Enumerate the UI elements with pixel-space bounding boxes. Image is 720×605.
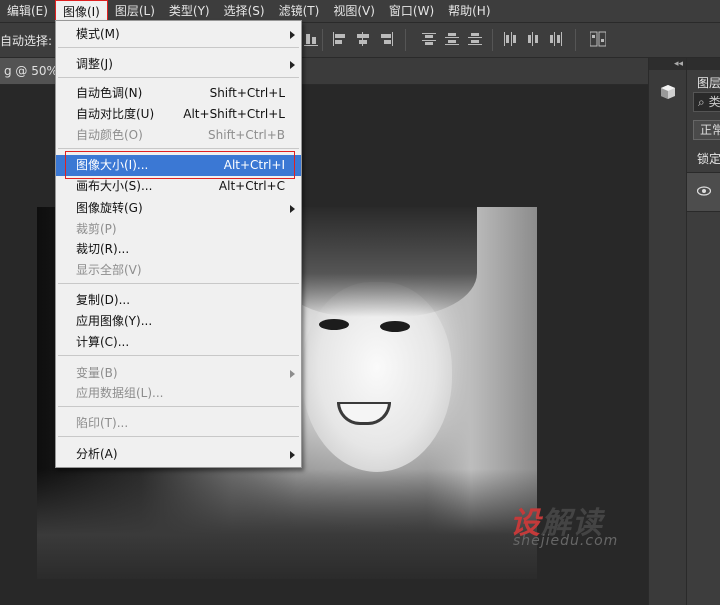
menu-item-label: 显示全部(V): [76, 263, 142, 277]
menu-image[interactable]: 图像(I): [54, 0, 108, 22]
menu-filter[interactable]: 滤镜(T): [272, 0, 327, 22]
search-icon: ⌕: [698, 95, 705, 109]
menu-item-label: 自动色调(N): [76, 86, 143, 100]
collapse-panels-icon[interactable]: ◂◂: [649, 58, 687, 70]
menu-item-label: 变量(B): [76, 366, 118, 380]
dock-strip: ◂◂: [648, 58, 687, 605]
submenu-arrow-icon: [290, 31, 295, 39]
submenu-arrow-icon: [290, 370, 295, 378]
align-hcenter-icon[interactable]: [356, 31, 370, 47]
distribute-top-icon[interactable]: [422, 31, 436, 47]
menu-shortcut: Shift+Ctrl+B: [208, 128, 285, 142]
menu-item-label: 陷印(T)...: [76, 416, 129, 430]
menu-item-adjustments[interactable]: 调整(J): [56, 54, 301, 75]
photo-eye-right: [380, 321, 410, 332]
menu-edit[interactable]: 编辑(E): [0, 0, 55, 22]
distribute-bottom-icon[interactable]: [468, 31, 482, 47]
watermark-url: shejiedu.com: [513, 533, 619, 549]
menu-shortcut: Shift+Ctrl+L: [209, 86, 285, 100]
distribute-hcenter-icon[interactable]: [526, 31, 540, 47]
menu-item-image-rotation[interactable]: 图像旋转(G): [56, 198, 301, 219]
menu-select[interactable]: 选择(S): [217, 0, 272, 22]
auto-align-layers-icon[interactable]: [590, 31, 606, 47]
menu-item-calculations[interactable]: 计算(C)...: [56, 332, 301, 353]
menu-separator: [58, 406, 299, 407]
menu-item-label: 裁剪(P): [76, 222, 117, 236]
menu-item-duplicate[interactable]: 复制(D)...: [56, 290, 301, 311]
menu-item-label: 自动对比度(U): [76, 107, 155, 121]
lock-label: 锁定: [697, 152, 720, 166]
distribute-vcenter-icon[interactable]: [445, 31, 459, 47]
menu-separator: [58, 47, 299, 48]
auto-select-label: 自动选择:: [0, 34, 53, 48]
menu-layer[interactable]: 图层(L): [108, 0, 162, 22]
panel-header: [687, 58, 720, 70]
divider: [492, 29, 493, 51]
submenu-arrow-icon: [290, 205, 295, 213]
divider: [322, 29, 323, 51]
menu-item-auto-color: 自动颜色(O) Shift+Ctrl+B: [56, 125, 301, 146]
menu-separator: [58, 148, 299, 149]
menu-item-label: 应用数据组(L)...: [76, 386, 164, 400]
distribute-right-icon[interactable]: [549, 31, 563, 47]
menu-separator: [58, 355, 299, 356]
menu-separator: [58, 436, 299, 437]
menu-item-crop: 裁剪(P): [56, 219, 301, 240]
menu-item-label: 自动颜色(O): [76, 128, 143, 142]
divider: [575, 29, 576, 51]
menu-item-label: 应用图像(Y)...: [76, 314, 153, 328]
3d-cube-icon[interactable]: [660, 84, 676, 100]
menu-item-reveal-all: 显示全部(V): [56, 260, 301, 281]
menu-item-label: 调整(J): [76, 57, 113, 71]
menu-separator: [58, 77, 299, 78]
layers-panel: 图层 ⌕ 类 正常 锁定: [686, 58, 720, 605]
menu-help[interactable]: 帮助(H): [441, 0, 497, 22]
menu-item-label: 图像大小(I)...: [76, 158, 149, 172]
menu-shortcut: Alt+Ctrl+I: [223, 158, 285, 172]
menu-item-label: 计算(C)...: [76, 335, 130, 349]
align-bottom-icon[interactable]: [304, 31, 318, 47]
menu-item-label: 分析(A): [76, 447, 118, 461]
menu-item-label: 裁切(R)...: [76, 242, 130, 256]
menu-item-image-size[interactable]: 图像大小(I)... Alt+Ctrl+I: [56, 155, 301, 176]
tab-layers[interactable]: 图层: [697, 74, 720, 91]
menu-item-trim[interactable]: 裁切(R)...: [56, 239, 301, 260]
photo-bangs: [277, 207, 477, 317]
align-left-icon[interactable]: [333, 31, 347, 47]
menu-item-apply-data-set: 应用数据组(L)...: [56, 383, 301, 404]
menu-item-label: 模式(M): [76, 27, 120, 41]
menu-shortcut: Alt+Ctrl+C: [218, 179, 285, 193]
layer-filter-text: 类: [708, 95, 720, 109]
menu-type[interactable]: 类型(Y): [162, 0, 217, 22]
menu-item-label: 复制(D)...: [76, 293, 131, 307]
divider: [405, 29, 406, 51]
photo-shadow: [37, 469, 537, 579]
menu-item-analysis[interactable]: 分析(A): [56, 444, 301, 465]
distribute-left-icon[interactable]: [503, 31, 517, 47]
menu-item-label: 图像旋转(G): [76, 201, 143, 215]
menu-item-auto-tone[interactable]: 自动色调(N) Shift+Ctrl+L: [56, 83, 301, 104]
layer-row[interactable]: [687, 172, 720, 212]
menu-item-label: 画布大小(S)...: [76, 179, 153, 193]
align-right-icon[interactable]: [379, 31, 393, 47]
visibility-eye-icon[interactable]: [696, 185, 712, 197]
layer-filter-input[interactable]: ⌕ 类: [693, 92, 720, 112]
menu-separator: [58, 283, 299, 284]
menu-item-canvas-size[interactable]: 画布大小(S)... Alt+Ctrl+C: [56, 176, 301, 197]
photo-eye-left: [319, 319, 349, 330]
submenu-arrow-icon: [290, 61, 295, 69]
menu-item-trap: 陷印(T)...: [56, 413, 301, 434]
menu-view[interactable]: 视图(V): [326, 0, 382, 22]
image-menu-dropdown: 模式(M) 调整(J) 自动色调(N) Shift+Ctrl+L 自动对比度(U)…: [55, 20, 302, 468]
menu-window[interactable]: 窗口(W): [382, 0, 441, 22]
menu-item-auto-contrast[interactable]: 自动对比度(U) Alt+Shift+Ctrl+L: [56, 104, 301, 125]
menu-shortcut: Alt+Shift+Ctrl+L: [183, 107, 285, 121]
submenu-arrow-icon: [290, 451, 295, 459]
blend-mode-select[interactable]: 正常: [693, 120, 720, 140]
menu-item-variables: 变量(B): [56, 363, 301, 384]
menu-item-apply-image[interactable]: 应用图像(Y)...: [56, 311, 301, 332]
menu-item-mode[interactable]: 模式(M): [56, 24, 301, 45]
